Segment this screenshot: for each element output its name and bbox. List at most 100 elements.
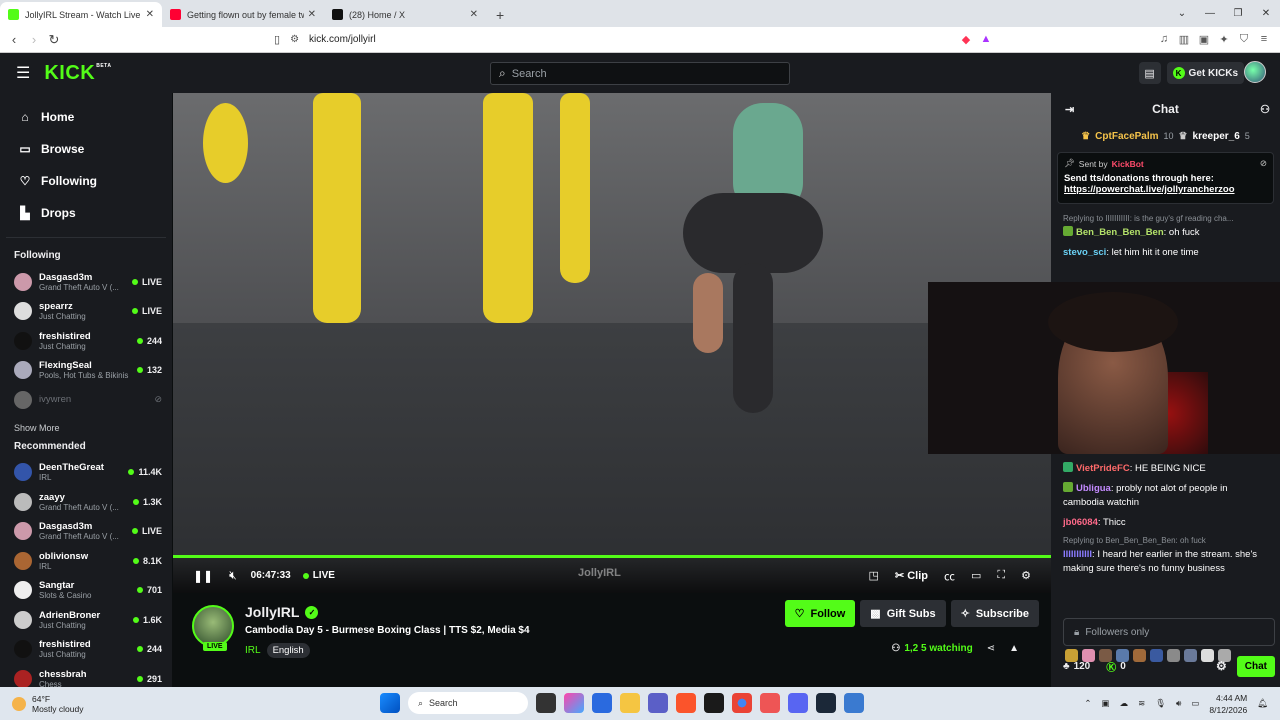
store-icon[interactable] (592, 693, 612, 713)
teams-icon[interactable] (648, 693, 668, 713)
maximize-icon[interactable]: ❐ (1224, 8, 1252, 19)
chat-username[interactable]: Ben_Ben_Ben_Ben (1076, 227, 1164, 238)
close-tab-icon[interactable]: ✕ (470, 9, 478, 20)
channel-item[interactable]: DeenTheGreat IRL 11.4K (0, 458, 172, 488)
close-tab-icon[interactable]: ✕ (146, 9, 154, 20)
close-tab-icon[interactable]: ✕ (308, 9, 316, 20)
start-icon[interactable] (380, 693, 400, 713)
streamer-name[interactable]: JollyIRL (245, 604, 299, 620)
channel-item[interactable]: AdrienBroner Just Chatting 1.6K (0, 605, 172, 635)
cloud-icon[interactable]: ☁ (1120, 698, 1129, 709)
show-more-button[interactable]: Show More (14, 423, 172, 433)
chat-username[interactable]: jb06084 (1063, 517, 1098, 528)
mic-icon[interactable]: 🎙︎ (1155, 698, 1166, 709)
chat-username[interactable]: VietPrideFC (1076, 463, 1130, 474)
chrome-icon[interactable] (732, 693, 752, 713)
channel-item[interactable]: Dasgasd3m Grand Theft Auto V (... LIVE (0, 267, 172, 297)
bookmark-icon[interactable]: ▯ (274, 33, 280, 46)
theater-mode-icon[interactable]: ▭ (971, 569, 981, 582)
wifi-icon[interactable]: ≋ (1138, 698, 1145, 709)
collapse-chat-icon[interactable]: ⇥ (1065, 103, 1074, 116)
category-link[interactable]: IRL (245, 645, 261, 656)
share-icon[interactable]: ⋖ (987, 643, 995, 654)
battery-icon[interactable]: ▭ (1191, 698, 1199, 709)
video-player[interactable]: ❚❚ 🔇︎ 06:47:33 LIVE JollyIRL ◳ ✂︎ Clip ㏄… (173, 93, 1051, 593)
address-bar[interactable]: ▯ ⚙ kick.com/jollyirl (74, 33, 960, 46)
channel-item[interactable]: zaayy Grand Theft Auto V (... 1.3K (0, 487, 172, 517)
channel-item[interactable]: spearrz Just Chatting LIVE (0, 297, 172, 327)
settings-icon[interactable]: ⚙ (1021, 569, 1031, 582)
browser-tab-x[interactable]: (28) Home / X ✕ (324, 2, 486, 27)
sidebar-icon[interactable]: ▥ (1178, 33, 1190, 46)
vpn-icon[interactable]: ⛉ (1238, 33, 1250, 46)
get-kicks-button[interactable]: K Get KICKs (1166, 62, 1244, 84)
pinned-sender[interactable]: KickBot (1112, 159, 1144, 169)
language-tag[interactable]: English (266, 643, 310, 658)
app-icon[interactable] (760, 693, 780, 713)
leader-name[interactable]: CptFacePalm (1095, 131, 1158, 142)
tray-app-icon[interactable]: ▣ (1102, 698, 1110, 709)
site-info-icon[interactable]: ⚙ (290, 34, 299, 45)
kick-logo[interactable]: KICKBETA (44, 62, 111, 85)
chat-username[interactable]: stevo_sci (1063, 247, 1106, 258)
rewards-icon[interactable]: ▲ (980, 33, 992, 46)
hamburger-menu-icon[interactable]: ☰ (16, 63, 30, 83)
clip-button[interactable]: ✂︎ Clip (895, 569, 928, 582)
chat-username[interactable]: Ubligua (1076, 483, 1111, 494)
channel-item[interactable]: Sangtar Slots & Casino 701 (0, 576, 172, 606)
channel-item[interactable]: freshistired Just Chatting 244 (0, 326, 172, 356)
streamer-avatar[interactable]: LIVE (192, 605, 234, 651)
fullscreen-icon[interactable]: ⛶ (997, 569, 1005, 582)
close-window-icon[interactable]: ✕ (1252, 8, 1280, 19)
follow-button[interactable]: ♡ Follow (784, 600, 856, 627)
channel-item[interactable]: FlexingSeal Pools, Hot Tubs & Bikinis 132 (0, 356, 172, 386)
reload-icon[interactable]: ↻ (44, 32, 64, 48)
search-input[interactable]: ⌕ Search (490, 62, 790, 85)
pinned-link[interactable]: https://powerchat.live/jollyrancherzoo (1064, 184, 1267, 195)
explorer-icon[interactable] (620, 693, 640, 713)
discord-icon[interactable] (788, 693, 808, 713)
back-icon[interactable]: ‹ (4, 32, 24, 47)
tab-list-icon[interactable]: ⌄ (1168, 8, 1196, 19)
gift-subs-button[interactable]: ▩ Gift Subs (860, 600, 946, 627)
nav-drops[interactable]: ▙ Drops (6, 197, 166, 229)
menu-icon[interactable]: ≡ (1258, 33, 1270, 46)
nav-following[interactable]: ♡ Following (6, 165, 166, 197)
chat-settings-icon[interactable]: ⚙ (1216, 659, 1227, 673)
weather-widget[interactable]: 64°F Mostly cloudy (12, 694, 84, 714)
channel-item[interactable]: freshistired Just Chatting 244 (0, 635, 172, 665)
subscribe-button[interactable]: ✧ Subscribe (950, 600, 1039, 627)
clock[interactable]: 4:44 AM 8/12/2026 (1209, 692, 1247, 716)
minimize-icon[interactable]: — (1196, 8, 1224, 19)
new-tab-button[interactable]: + (496, 2, 504, 27)
nav-home[interactable]: ⌂ Home (6, 101, 166, 133)
leo-icon[interactable]: ✦ (1218, 33, 1230, 46)
app-icon[interactable] (844, 693, 864, 713)
browser-tab-kick[interactable]: JollyIRL Stream - Watch Live on Kick ✕ (0, 2, 162, 27)
user-avatar[interactable] (1244, 61, 1266, 83)
live-indicator[interactable]: LIVE (302, 570, 335, 581)
mute-icon[interactable]: 🔇︎ (229, 568, 237, 583)
chat-username[interactable]: IIIIIIIIIII (1063, 549, 1092, 560)
media-icon[interactable]: ♫ (1158, 33, 1170, 46)
leader-name[interactable]: kreeper_6 (1193, 131, 1240, 142)
browser-tab-youtube[interactable]: Getting flown out by female twitch strea… (162, 2, 324, 27)
app-icon[interactable] (704, 693, 724, 713)
taskbar-search[interactable]: ⌕ Search (408, 692, 528, 714)
notifications-icon[interactable]: 🔔︎ (1257, 698, 1268, 709)
channel-item[interactable]: oblivionsw IRL 8.1K (0, 546, 172, 576)
volume-icon[interactable]: 🔊︎ (1176, 698, 1181, 709)
wallet-icon[interactable]: ▣ (1198, 33, 1210, 46)
nav-browse[interactable]: ▭ Browse (6, 133, 166, 165)
chat-send-button[interactable]: Chat (1236, 655, 1275, 677)
chat-users-icon[interactable]: ⚇ (1260, 103, 1270, 116)
report-icon[interactable]: ▲ (1009, 643, 1019, 654)
channel-item[interactable]: Dasgasd3m Grand Theft Auto V (... LIVE (0, 517, 172, 547)
steam-icon[interactable] (816, 693, 836, 713)
pause-icon[interactable]: ❚❚ (193, 569, 213, 583)
channel-points[interactable]: ♣ 120 (1063, 661, 1090, 672)
miniplayer-icon[interactable]: ◳ (869, 569, 879, 582)
copilot-icon[interactable] (564, 693, 584, 713)
brave-icon[interactable] (676, 693, 696, 713)
forward-icon[interactable]: › (24, 32, 44, 47)
